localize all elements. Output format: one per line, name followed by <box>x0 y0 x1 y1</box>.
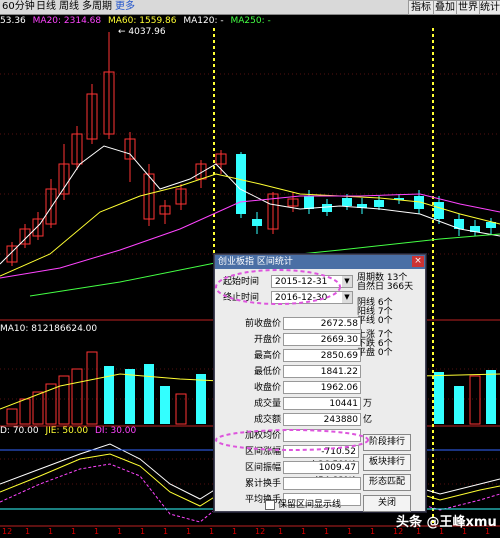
watermark: 头条 @王峰xmu <box>396 515 497 530</box>
highlight-overlay <box>215 269 369 451</box>
date-range-highlight <box>215 269 341 305</box>
change-highlight <box>215 429 369 451</box>
